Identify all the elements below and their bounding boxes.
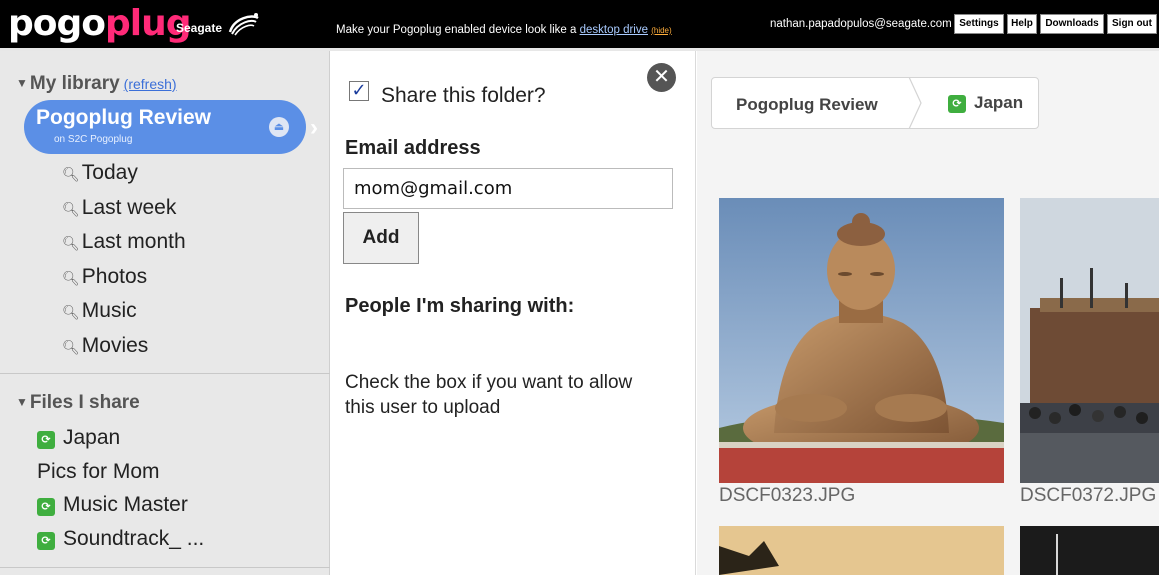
- downloads-button[interactable]: Downloads: [1040, 14, 1104, 34]
- device-name: Pogoplug Review: [36, 106, 212, 129]
- magnifier-icon: 🔍︎: [62, 304, 80, 320]
- close-icon[interactable]: ✕: [647, 63, 676, 92]
- seagate-brand: Seagate: [176, 21, 223, 35]
- add-button[interactable]: Add: [343, 212, 419, 264]
- device-pogoplug-review[interactable]: Pogoplug Review on S2C Pogoplug ⏏ ›: [24, 100, 318, 154]
- hide-promo-link[interactable]: (hide): [651, 26, 671, 35]
- search-last-week[interactable]: 🔍︎Last week: [62, 196, 176, 220]
- search-label: Music: [81, 299, 137, 322]
- share-folder-label: Share this folder?: [381, 84, 546, 107]
- share-item-music-master[interactable]: ⟳ Music Master: [37, 493, 188, 517]
- help-button[interactable]: Help: [1007, 14, 1037, 34]
- photo-caption[interactable]: DSCF0372.JPG: [1020, 485, 1156, 507]
- magnifier-icon: 🔍︎: [62, 270, 80, 286]
- photo-caption[interactable]: DSCF0323.JPG: [719, 485, 855, 507]
- sidebar: ▼ My library (refresh) Pogoplug Review on …: [0, 51, 330, 575]
- main-content: Pogoplug Review ⟳ Japan DSCF0323.JPG DSC…: [697, 51, 1159, 575]
- logo-pogo: pogo: [8, 3, 106, 44]
- email-address-label: Email address: [345, 137, 481, 159]
- magnifier-icon: 🔍︎: [62, 201, 80, 217]
- breadcrumb-label: Japan: [974, 93, 1024, 112]
- breadcrumb-separator-icon: [908, 77, 922, 129]
- search-music[interactable]: 🔍︎Music: [62, 299, 137, 323]
- breadcrumb: Pogoplug Review ⟳ Japan: [711, 77, 1039, 129]
- seagate-swirl-icon: [228, 13, 259, 36]
- eject-icon[interactable]: ⏏: [269, 117, 289, 137]
- promo-text: Make your Pogoplug enabled device look l…: [336, 24, 577, 36]
- search-label: Movies: [81, 334, 149, 357]
- user-email: nathan.papadopulos@seagate.com: [770, 18, 952, 30]
- collapse-triangle-icon[interactable]: ▼: [16, 76, 28, 90]
- sidebar-divider: [0, 567, 330, 568]
- my-library-title: My library: [29, 73, 120, 94]
- shared-folder-icon: ⟳: [37, 431, 55, 449]
- search-movies[interactable]: 🔍︎Movies: [62, 334, 148, 358]
- search-label: Today: [81, 161, 138, 184]
- share-folder-checkbox[interactable]: ✓: [349, 81, 369, 101]
- share-label: Music Master: [63, 493, 188, 516]
- top-bar: pogoplug Seagate Make your Pogoplug enab…: [0, 0, 1159, 48]
- sidebar-divider: [0, 373, 330, 374]
- shared-folder-icon: ⟳: [948, 95, 966, 113]
- upload-permission-help: Check the box if you want to allow this …: [345, 372, 633, 418]
- photo-thumbnail[interactable]: [719, 526, 1004, 575]
- search-label: Last week: [81, 196, 177, 219]
- desktop-drive-promo: Make your Pogoplug enabled device look l…: [336, 24, 672, 36]
- share-label: Japan: [63, 426, 121, 449]
- share-item-japan[interactable]: ⟳ Japan: [37, 426, 120, 450]
- shared-folder-icon: ⟳: [37, 532, 55, 550]
- photo-thumbnail-buddha[interactable]: [719, 198, 1004, 483]
- share-label: Soundtrack_ ...: [63, 527, 205, 550]
- device-location: on S2C Pogoplug: [54, 134, 133, 145]
- search-today[interactable]: 🔍︎Today: [62, 161, 138, 185]
- search-label: Last month: [81, 230, 186, 253]
- chevron-right-icon[interactable]: ›: [310, 114, 318, 142]
- settings-button[interactable]: Settings: [954, 14, 1004, 34]
- share-item-pics-for-mom[interactable]: Pics for Mom: [37, 460, 160, 484]
- magnifier-icon: 🔍︎: [62, 339, 80, 355]
- files-i-share-title: Files I share: [29, 392, 140, 413]
- files-i-share-header[interactable]: ▼ Files I share: [16, 392, 140, 414]
- breadcrumb-japan[interactable]: ⟳ Japan: [948, 93, 1023, 113]
- search-photos[interactable]: 🔍︎Photos: [62, 265, 147, 289]
- photo-thumbnail-festival[interactable]: [1020, 198, 1159, 483]
- desktop-drive-link[interactable]: desktop drive: [580, 24, 648, 36]
- refresh-link[interactable]: (refresh): [124, 76, 177, 92]
- people-sharing-heading: People I'm sharing with:: [345, 295, 575, 317]
- collapse-triangle-icon[interactable]: ▼: [16, 395, 28, 409]
- pogoplug-logo[interactable]: pogoplug: [8, 3, 192, 44]
- search-last-month[interactable]: 🔍︎Last month: [62, 230, 186, 254]
- share-label: Pics for Mom: [37, 460, 160, 483]
- photo-thumbnail[interactable]: [1020, 526, 1159, 575]
- magnifier-icon: 🔍︎: [62, 235, 80, 251]
- sign-out-button[interactable]: Sign out: [1107, 14, 1157, 34]
- my-library-header[interactable]: ▼ My library (refresh): [16, 73, 177, 95]
- shared-folder-icon: ⟳: [37, 498, 55, 516]
- share-item-soundtrack[interactable]: ⟳ Soundtrack_ ...: [37, 527, 204, 551]
- magnifier-icon: 🔍︎: [62, 166, 80, 182]
- email-field[interactable]: [343, 168, 673, 209]
- breadcrumb-pogoplug-review[interactable]: Pogoplug Review: [736, 95, 878, 115]
- search-label: Photos: [81, 265, 148, 288]
- share-folder-panel: ✓ Share this folder? ✕ Email address Add…: [331, 51, 696, 575]
